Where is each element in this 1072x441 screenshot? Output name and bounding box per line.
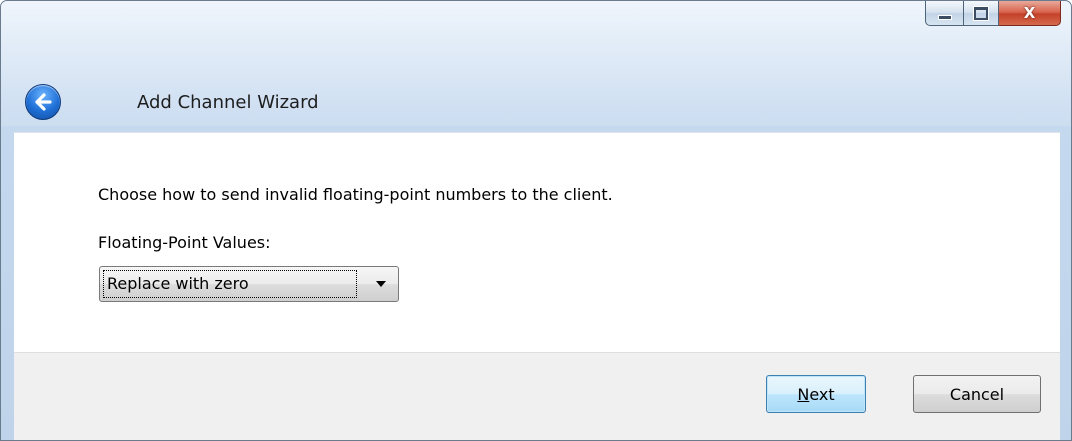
wizard-window: X Add Channel Wizard Choose how to send … [0, 0, 1072, 441]
close-button[interactable]: X [999, 1, 1061, 26]
back-button[interactable] [25, 84, 61, 120]
maximize-icon [974, 6, 988, 20]
floating-point-label: Floating-Point Values: [98, 233, 271, 252]
wizard-footer: Next Cancel [14, 352, 1060, 440]
next-accelerator: N [797, 384, 810, 404]
cancel-button[interactable]: Cancel [913, 375, 1041, 413]
chevron-down-icon [376, 281, 386, 287]
wizard-title: Add Channel Wizard [137, 92, 319, 113]
dropdown-selected-value: Replace with zero [103, 270, 357, 298]
close-icon: X [1023, 4, 1036, 22]
next-button[interactable]: Next [766, 375, 866, 413]
caption-buttons: X [925, 1, 1061, 28]
floating-point-dropdown[interactable]: Replace with zero [99, 266, 399, 302]
wizard-content: Choose how to send invalid floating-poin… [14, 132, 1060, 353]
minimize-button[interactable] [925, 1, 963, 26]
maximize-button[interactable] [963, 1, 999, 26]
back-arrow-icon [35, 93, 52, 111]
instruction-text: Choose how to send invalid floating-poin… [98, 185, 613, 204]
next-label: ext [809, 384, 835, 404]
minimize-icon [937, 14, 952, 20]
